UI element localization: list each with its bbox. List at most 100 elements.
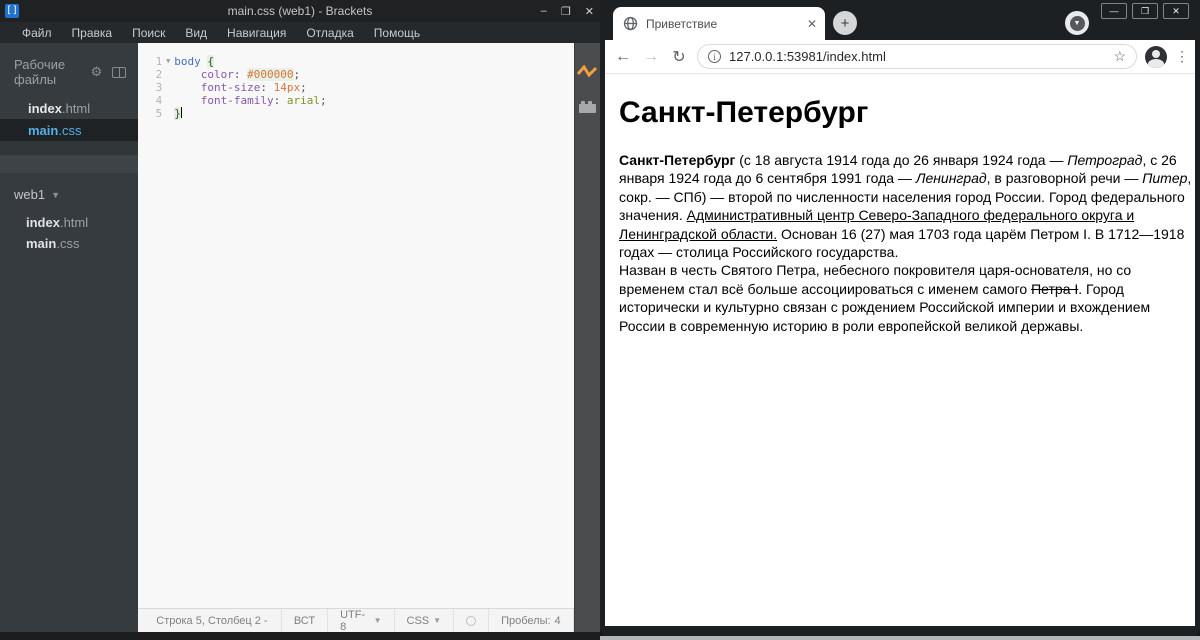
code-line[interactable]: 1 ▼ body { xyxy=(138,55,573,68)
page-paragraph: Санкт-Петербург (с 18 августа 1914 года … xyxy=(619,151,1195,335)
maximize-button[interactable]: ❐ xyxy=(1132,3,1158,19)
file-item-main-css[interactable]: main .css xyxy=(0,233,138,254)
text-segment: Санкт-Петербург xyxy=(619,152,736,168)
window-bottom-edge xyxy=(0,632,600,640)
cursor-position: Строка 5, Столбец 2 - xyxy=(138,609,282,632)
text-segment: Питер xyxy=(1142,170,1188,187)
encoding-select[interactable]: UTF-8 ▼ xyxy=(328,609,395,633)
file-ext: .css xyxy=(58,122,82,138)
indent-setting[interactable]: Пробелы: 4 xyxy=(489,609,574,632)
code-line[interactable]: 5} xyxy=(138,107,573,120)
code-token: color xyxy=(200,68,234,81)
menu-item-find[interactable]: Поиск xyxy=(122,24,175,42)
menu-item-edit[interactable]: Правка xyxy=(62,24,123,42)
site-info-icon[interactable]: i xyxy=(708,50,721,63)
text-segment: Петроград xyxy=(1067,152,1143,168)
file-item-index-html[interactable]: index .html xyxy=(0,97,138,119)
text-segment: (с 18 августа 1914 года до 26 января 192… xyxy=(735,152,1068,168)
insert-mode-indicator[interactable]: ВСТ xyxy=(282,609,329,632)
close-button[interactable]: ✕ xyxy=(585,5,594,18)
new-tab-button[interactable]: + xyxy=(833,11,857,35)
code-text: } xyxy=(174,107,182,120)
file-name: index xyxy=(26,215,60,230)
bookmark-star-icon[interactable]: ☆ xyxy=(1113,48,1126,65)
line-number: 1 xyxy=(155,55,163,68)
tab-title: Приветствие xyxy=(646,16,718,31)
minimize-button[interactable]: – xyxy=(541,5,547,17)
working-files-gap xyxy=(0,141,139,155)
fold-gutter xyxy=(162,107,174,120)
code-text: color: #000000; xyxy=(174,68,300,81)
extension-manager-icon[interactable] xyxy=(578,101,596,113)
globe-favicon-icon xyxy=(623,16,638,31)
brackets-window-title: main.css (web1) - Brackets xyxy=(227,4,373,18)
chevron-down-icon: ▼ xyxy=(51,189,60,200)
split-view-icon[interactable] xyxy=(112,66,127,78)
browser-tab[interactable]: Приветствие ✕ xyxy=(613,7,825,40)
gear-icon[interactable]: ⚙ xyxy=(91,64,103,80)
line-number: 3 xyxy=(155,81,163,94)
brackets-sidebar: Рабочие файлы ⚙ index .html main .css web1 … xyxy=(0,43,139,632)
code-token: : xyxy=(233,68,248,81)
project-header[interactable]: web1 ▼ xyxy=(0,173,138,212)
web-page: Санкт-Петербург Санкт-Петербург (с 18 ав… xyxy=(605,74,1195,626)
code-token: #000000 xyxy=(247,68,294,81)
fold-gutter xyxy=(162,94,174,107)
menu-item-debug[interactable]: Отладка xyxy=(296,24,363,42)
brackets-titlebar[interactable]: [] main.css (web1) - Brackets – ❐ ✕ xyxy=(0,0,600,22)
code-token: ; xyxy=(300,81,307,94)
chevron-down-icon: ▼ xyxy=(433,616,442,625)
menu-item-navigate[interactable]: Навигация xyxy=(217,24,296,42)
profile-avatar[interactable] xyxy=(1145,45,1167,68)
url-text[interactable]: 127.0.0.1:53981/index.html xyxy=(729,49,1105,64)
minimize-button[interactable]: — xyxy=(1101,3,1127,19)
code-text: font-family: arial; xyxy=(174,94,327,107)
text-segment: Ленинград xyxy=(915,170,987,187)
code-line[interactable]: 4 font-family: arial; xyxy=(138,94,573,107)
code-token: body xyxy=(174,55,208,68)
code-line[interactable]: 2 color: #000000; xyxy=(138,68,573,81)
file-ext: .html xyxy=(61,100,91,116)
language-select[interactable]: CSS ▼ xyxy=(395,609,455,632)
live-preview-icon[interactable] xyxy=(577,65,598,78)
editor-statusbar: Строка 5, Столбец 2 - ВСТ UTF-8 ▼ CSS ▼ xyxy=(138,608,574,633)
file-ext: .css xyxy=(56,236,80,251)
brackets-toolbar xyxy=(573,43,600,632)
forward-button[interactable]: → xyxy=(641,48,661,66)
menu-dots-icon[interactable]: ⋮ xyxy=(1175,48,1189,65)
code-token: : xyxy=(260,81,274,94)
project-name: web1 xyxy=(14,187,46,202)
line-number: 2 xyxy=(155,68,163,81)
text-segment: Петра I xyxy=(1031,280,1079,297)
chevron-down-icon: ▼ xyxy=(1069,15,1085,31)
tab-close-icon[interactable]: ✕ xyxy=(807,17,817,31)
code-text: body { xyxy=(174,55,215,68)
menu-item-view[interactable]: Вид xyxy=(175,24,217,42)
tab-dropdown-button[interactable]: ▼ xyxy=(1065,11,1089,35)
reload-button[interactable]: ↻ xyxy=(669,47,689,67)
file-item-main-css[interactable]: main .css xyxy=(0,119,139,141)
code-token: : xyxy=(273,94,287,107)
file-item-index-html[interactable]: index .html xyxy=(0,212,138,233)
text-segment: , в разговорной речи — xyxy=(986,170,1143,187)
address-bar[interactable]: i 127.0.0.1:53981/index.html ☆ xyxy=(697,44,1137,69)
browser-toolbar: ← → ↻ i 127.0.0.1:53981/index.html ☆ ⋮ xyxy=(605,40,1195,74)
menu-item-help[interactable]: Помощь xyxy=(364,24,430,42)
back-button[interactable]: ← xyxy=(613,48,633,66)
sidebar-separator xyxy=(0,155,139,173)
code-token: font-size xyxy=(200,81,261,94)
line-number: 4 xyxy=(155,94,163,107)
code-editor[interactable]: 1 ▼ body {2 color: #000000; 3 font-size: 14… xyxy=(138,43,573,608)
maximize-button[interactable]: ❐ xyxy=(561,5,571,18)
lint-status[interactable] xyxy=(454,609,490,632)
fold-gutter xyxy=(162,68,174,81)
menu-item-file[interactable]: Файл xyxy=(12,24,62,42)
file-name: main xyxy=(28,122,59,138)
fold-gutter xyxy=(162,81,174,94)
lint-status-icon xyxy=(466,615,477,626)
fold-arrow-icon[interactable]: ▼ xyxy=(162,55,174,68)
code-line[interactable]: 3 font-size: 14px; xyxy=(138,81,573,94)
close-button[interactable]: ✕ xyxy=(1163,3,1189,19)
